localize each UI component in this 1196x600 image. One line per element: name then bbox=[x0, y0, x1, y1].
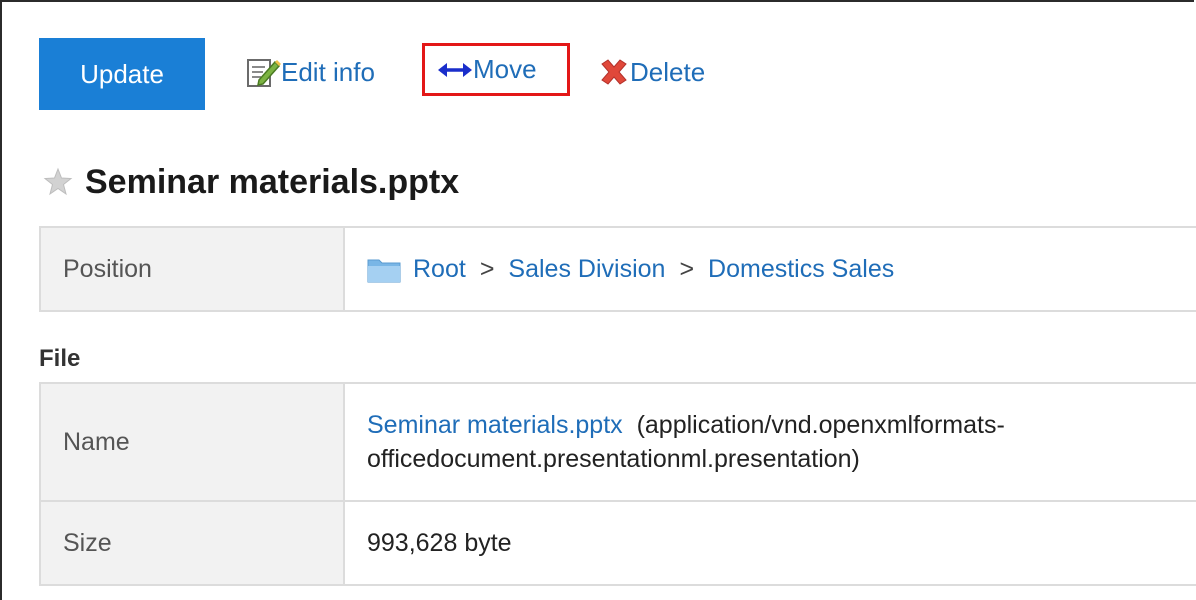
breadcrumb-root[interactable]: Root bbox=[413, 255, 466, 284]
position-table: Position Root > Sales Division > Domesti… bbox=[39, 226, 1196, 312]
file-name-row: Name Seminar materials.pptx (application… bbox=[39, 382, 1196, 502]
delete-x-icon bbox=[601, 59, 627, 85]
breadcrumb: Root > Sales Division > Domestics Sales bbox=[367, 255, 1196, 284]
position-row: Position Root > Sales Division > Domesti… bbox=[39, 226, 1196, 312]
file-table: Name Seminar materials.pptx (application… bbox=[39, 382, 1196, 586]
breadcrumb-domestics-sales[interactable]: Domestics Sales bbox=[708, 255, 894, 284]
move-link[interactable]: Move bbox=[422, 43, 570, 96]
file-section-heading: File bbox=[39, 345, 81, 372]
delete-label: Delete bbox=[630, 56, 706, 87]
page-title: Seminar materials.pptx bbox=[85, 162, 460, 201]
move-label: Move bbox=[473, 54, 537, 84]
size-label: Size bbox=[39, 500, 345, 586]
star-icon[interactable] bbox=[43, 167, 73, 197]
breadcrumb-separator: > bbox=[679, 254, 695, 283]
folder-icon bbox=[367, 259, 401, 283]
edit-info-label: Edit info bbox=[281, 56, 375, 87]
file-title-row: Seminar materials.pptx bbox=[43, 160, 459, 204]
file-name-link[interactable]: Seminar materials.pptx bbox=[367, 411, 623, 439]
name-label: Name bbox=[39, 382, 345, 502]
breadcrumb-sales-division[interactable]: Sales Division bbox=[508, 255, 665, 284]
file-size-row: Size 993,628 byte bbox=[39, 500, 1196, 586]
position-label: Position bbox=[39, 226, 345, 312]
name-value: Seminar materials.pptx (application/vnd.… bbox=[343, 382, 1196, 502]
move-arrows-icon bbox=[438, 62, 472, 77]
edit-info-link[interactable]: Edit info bbox=[245, 52, 375, 92]
size-value: 993,628 byte bbox=[343, 500, 1196, 586]
position-value: Root > Sales Division > Domestics Sales bbox=[343, 226, 1196, 312]
breadcrumb-separator: > bbox=[479, 254, 495, 283]
delete-link[interactable]: Delete bbox=[598, 52, 705, 92]
edit-icon bbox=[247, 59, 281, 87]
update-button[interactable]: Update bbox=[39, 38, 205, 110]
